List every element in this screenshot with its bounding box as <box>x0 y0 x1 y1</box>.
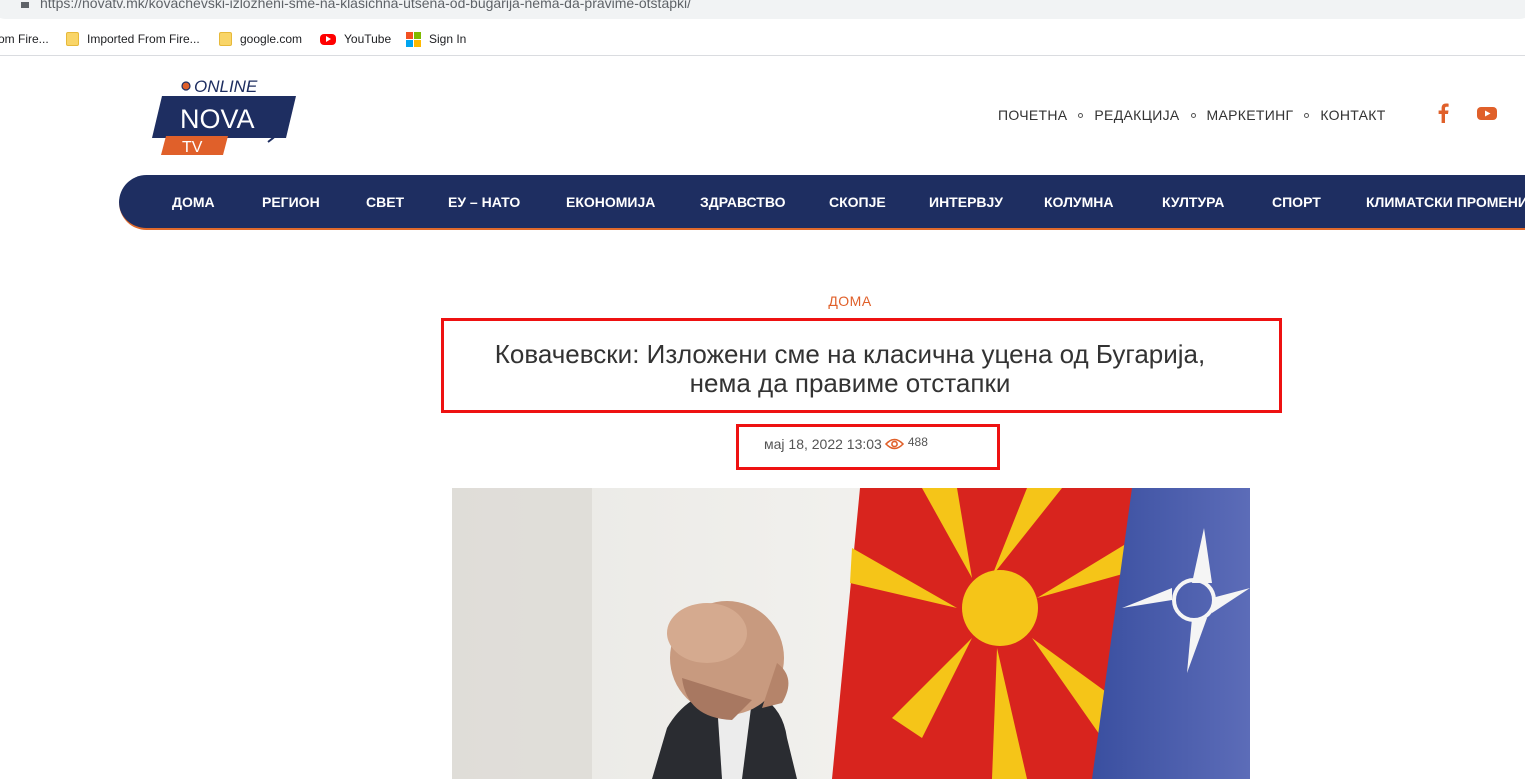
main-nav-item-world[interactable]: СВЕТ <box>366 175 404 230</box>
main-nav-item-climate[interactable]: КЛИМАТСКИ ПРОМЕНИ <box>1366 175 1525 230</box>
folder-icon <box>219 32 232 46</box>
article-category[interactable]: ДОМА <box>0 293 1525 309</box>
nav-separator <box>1304 112 1310 118</box>
bookmarks-bar: om Fire... Imported From Fire... google.… <box>0 24 1525 56</box>
youtube-icon[interactable] <box>1476 103 1498 123</box>
main-nav-item-sport[interactable]: СПОРТ <box>1272 175 1321 230</box>
main-nav-item-home[interactable]: ДОМА <box>172 175 215 230</box>
microsoft-icon <box>406 31 421 47</box>
main-nav-item-region[interactable]: РЕГИОН <box>262 175 320 230</box>
main-nav-item-health[interactable]: ЗДРАВСТВО <box>700 175 786 230</box>
nova-tv-logo[interactable]: ONLINE NOVA TV <box>150 76 302 158</box>
bookmark-item[interactable]: YouTube <box>320 30 391 48</box>
url-text[interactable]: https://novatv.mk/kovachevski-izlozheni-… <box>40 0 691 11</box>
view-count: 488 <box>907 435 928 449</box>
main-nav-item-economy[interactable]: ЕКОНОМИЈА <box>566 175 655 230</box>
bookmark-label: Sign In <box>429 32 467 46</box>
article-title-line-2: нема да правиме отстапки <box>689 368 1011 398</box>
article-date: мај 18, 2022 13:03 <box>764 436 882 452</box>
top-nav-editorial[interactable]: РЕДАКЦИЈА <box>1094 107 1179 123</box>
article-photo <box>452 488 1250 779</box>
main-nav-item-culture[interactable]: КУЛТУРА <box>1162 175 1224 230</box>
top-nav-contact[interactable]: КОНТАКТ <box>1320 107 1385 123</box>
main-nav: ДОМА РЕГИОН СВЕТ ЕУ – НАТО ЕКОНОМИЈА ЗДР… <box>119 175 1525 230</box>
folder-icon <box>66 32 79 46</box>
article-title-line-1: Ковачевски: Изложени сме на класична уце… <box>494 339 1206 369</box>
logo-tv-text: TV <box>182 139 203 156</box>
facebook-icon[interactable] <box>1436 103 1450 123</box>
nav-separator <box>1190 112 1196 118</box>
logo-nova-text: NOVA <box>180 104 255 134</box>
main-nav-item-skopje[interactable]: СКОПЈЕ <box>829 175 886 230</box>
article-title: Ковачевски: Изложени сме на класична уце… <box>441 340 1259 398</box>
bookmark-item[interactable]: Sign In <box>406 30 466 48</box>
main-nav-item-eu-nato[interactable]: ЕУ – НАТО <box>448 175 520 230</box>
bookmark-item[interactable]: google.com <box>219 30 302 48</box>
bookmark-label: google.com <box>240 32 303 46</box>
main-nav-item-interview[interactable]: ИНТЕРВЈУ <box>929 175 1003 230</box>
nav-separator <box>1078 112 1084 118</box>
top-nav-marketing[interactable]: МАРКЕТИНГ <box>1207 107 1294 123</box>
lock-icon <box>21 2 29 8</box>
bookmark-label: om Fire... <box>0 32 49 46</box>
bookmark-item[interactable]: om Fire... <box>0 30 49 48</box>
bookmark-item[interactable]: Imported From Fire... <box>66 30 200 48</box>
bookmark-label: Imported From Fire... <box>87 32 200 46</box>
logo-online-text: ONLINE <box>194 77 258 96</box>
bookmark-label: YouTube <box>344 32 392 46</box>
article-meta: мај 18, 2022 13:03 488 <box>764 435 928 452</box>
address-bar[interactable]: https://novatv.mk/kovachevski-izlozheni-… <box>0 0 1525 22</box>
main-nav-item-column[interactable]: КОЛУМНА <box>1044 175 1114 230</box>
top-nav: ПОЧЕТНА РЕДАКЦИЈА МАРКЕТИНГ КОНТАКТ <box>998 107 1386 123</box>
top-nav-home[interactable]: ПОЧЕТНА <box>998 107 1067 123</box>
youtube-icon <box>320 33 336 45</box>
eye-icon <box>884 438 904 450</box>
